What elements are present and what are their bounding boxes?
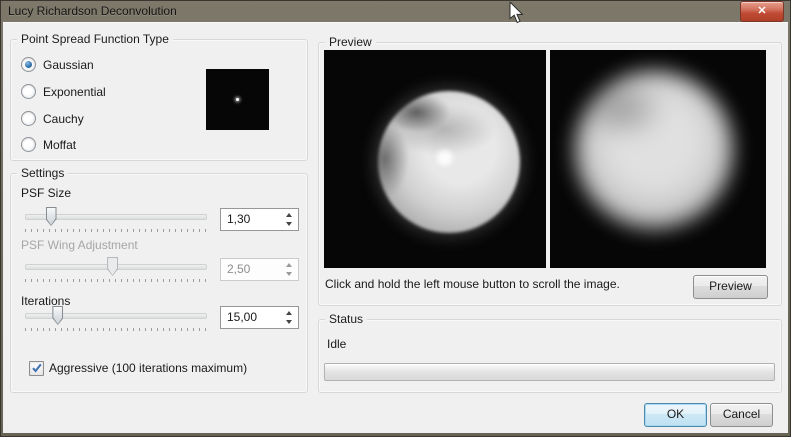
iterations-value: 15,00 (227, 310, 257, 324)
settings-group-title: Settings (17, 166, 68, 180)
titlebar: Lucy Richardson Deconvolution ✕ (0, 0, 791, 22)
psf-size-input[interactable]: 1,30 (220, 208, 299, 231)
psf-size-slider-thumb[interactable] (46, 207, 57, 226)
psf-wing-value: 2,50 (227, 262, 250, 276)
psf-size-label: PSF Size (21, 186, 71, 200)
radio-gaussian-label: Gaussian (43, 58, 94, 72)
radio-cauchy-label: Cauchy (43, 112, 84, 126)
preview-button[interactable]: Preview (693, 275, 768, 299)
psf-size-slider-ticks (25, 229, 207, 232)
radio-moffat[interactable] (21, 137, 36, 152)
settings-group: Settings PSF Size 1,30 PSF Wing Adjustme… (10, 173, 308, 393)
window-title: Lucy Richardson Deconvolution (8, 4, 177, 18)
iterations-slider-ticks (25, 328, 207, 331)
psf-size-slider[interactable] (25, 207, 207, 226)
spin-down-icon[interactable] (286, 222, 292, 226)
aggressive-checkbox[interactable] (29, 361, 44, 376)
preview-image-original[interactable] (550, 50, 766, 268)
psf-kernel-preview (206, 69, 269, 130)
scroll-hint-text: Click and hold the left mouse button to … (325, 277, 620, 291)
progress-bar (324, 363, 775, 381)
preview-group: Preview Click and hold the left mouse bu… (318, 42, 782, 306)
iterations-slider[interactable] (25, 306, 207, 325)
psf-wing-input: 2,50 (220, 258, 299, 281)
planet-blurred-image (575, 71, 733, 229)
close-button[interactable]: ✕ (740, 1, 784, 22)
spin-down-icon (286, 272, 292, 276)
status-group: Status Idle (318, 319, 782, 393)
iterations-slider-thumb[interactable] (52, 306, 63, 325)
status-group-title: Status (325, 312, 367, 326)
planet-sharp-image (378, 91, 520, 233)
psf-size-spin-buttons[interactable] (282, 209, 296, 230)
radio-exponential-label: Exponential (43, 85, 106, 99)
preview-button-label: Preview (709, 279, 752, 293)
radio-exponential[interactable] (21, 84, 36, 99)
preview-image-processed[interactable] (324, 50, 546, 268)
radio-gaussian[interactable] (21, 57, 36, 72)
preview-group-title: Preview (325, 35, 376, 49)
ok-button[interactable]: OK (644, 403, 707, 427)
psf-size-value: 1,30 (227, 212, 250, 226)
psf-wing-slider-thumb (107, 257, 118, 276)
radio-cauchy[interactable] (21, 111, 36, 126)
check-icon (30, 361, 44, 375)
psf-type-group: Point Spread Function Type Gaussian Expo… (10, 39, 308, 161)
psf-group-title: Point Spread Function Type (17, 32, 173, 46)
lucy-richardson-dialog: { "window": { "title": "Lucy Richardson … (0, 0, 791, 437)
psf-dot (236, 98, 239, 101)
spin-down-icon[interactable] (286, 320, 292, 324)
spin-up-icon (286, 263, 292, 267)
psf-wing-spin-buttons (282, 259, 296, 280)
ok-button-label: OK (667, 407, 684, 421)
iterations-input[interactable]: 15,00 (220, 306, 299, 329)
psf-wing-slider (25, 257, 207, 276)
cancel-button[interactable]: Cancel (710, 403, 773, 427)
radio-moffat-label: Moffat (43, 138, 76, 152)
psf-wing-label: PSF Wing Adjustment (21, 238, 138, 252)
iterations-spin-buttons[interactable] (282, 307, 296, 328)
dialog-body: Point Spread Function Type Gaussian Expo… (3, 22, 788, 433)
psf-wing-slider-ticks (25, 279, 207, 282)
status-text: Idle (327, 337, 346, 351)
mouse-cursor-icon (509, 2, 525, 24)
spin-up-icon[interactable] (286, 213, 292, 217)
cancel-button-label: Cancel (723, 407, 760, 421)
close-icon: ✕ (757, 5, 766, 17)
spin-up-icon[interactable] (286, 311, 292, 315)
aggressive-checkbox-label[interactable]: Aggressive (100 iterations maximum) (49, 361, 247, 375)
